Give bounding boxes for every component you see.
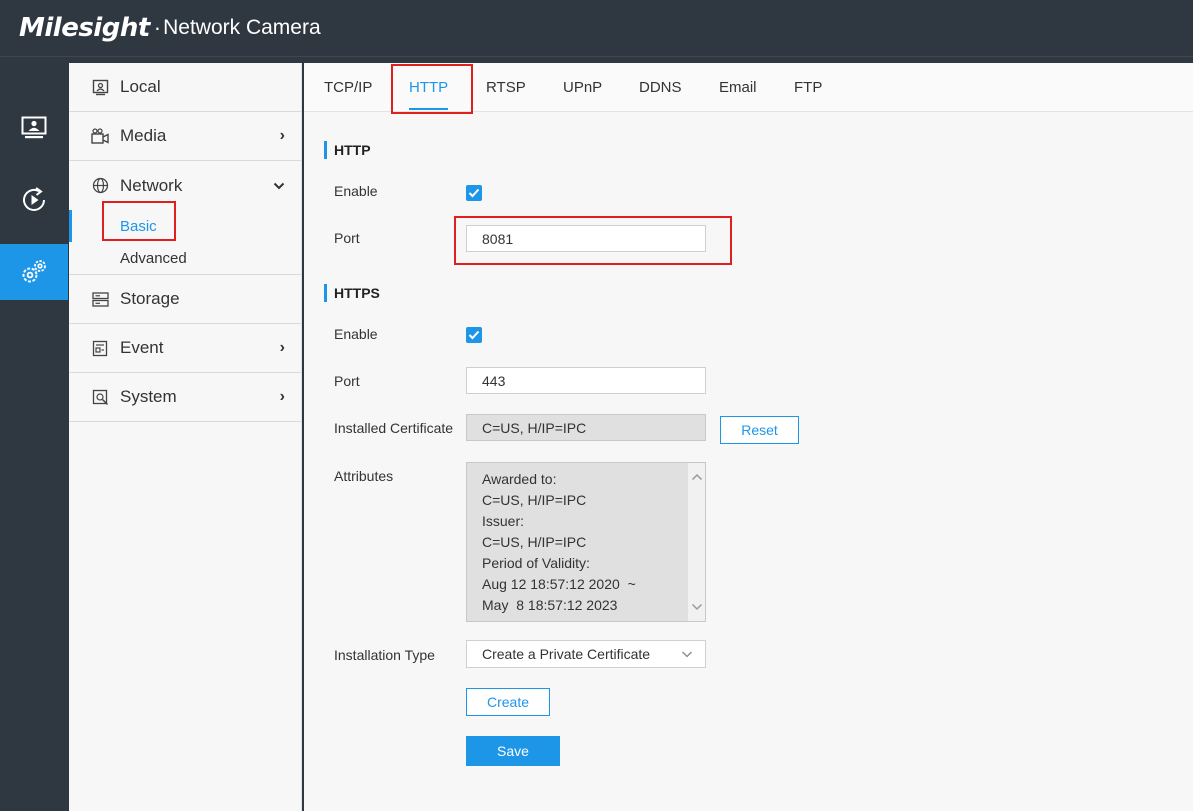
highlight-box-http-port	[454, 216, 732, 265]
attribute-line: Awarded to:	[482, 471, 557, 487]
chevron-down-icon	[273, 177, 285, 195]
globe-icon	[91, 177, 109, 195]
sidebar-label-media: Media	[120, 126, 167, 145]
tab-label: UPnP	[563, 79, 603, 96]
logo-separator: ·	[153, 15, 162, 40]
chevron-down-icon	[682, 651, 692, 658]
sidebar-label-storage: Storage	[120, 289, 180, 308]
settings-icon	[22, 260, 46, 283]
section-title-https: HTTPS	[324, 284, 380, 302]
chevron-right-icon: ›	[279, 339, 285, 356]
sidebar-label-advanced: Advanced	[120, 249, 187, 267]
installation-type-select[interactable]: Create a Private Certificate	[466, 640, 706, 668]
sidebar-group-network: Network Basic Advanced	[69, 161, 301, 275]
create-button[interactable]: Create	[466, 688, 550, 716]
attribute-line: C=US, H/IP=IPC	[482, 492, 587, 508]
attributes-label: Attributes	[334, 468, 394, 484]
chevron-right-icon: ›	[279, 127, 285, 144]
https-enable-label: Enable	[334, 326, 378, 342]
tab-upnp[interactable]: UPnP	[563, 63, 602, 112]
http-enable-label: Enable	[334, 183, 378, 199]
brand-logo: Milesight	[19, 13, 150, 43]
tab-rtsp[interactable]: RTSP	[486, 63, 526, 112]
tab-ddns[interactable]: DDNS	[639, 63, 682, 112]
save-button[interactable]: Save	[466, 736, 560, 766]
live-view-icon	[21, 116, 47, 139]
https-port-input[interactable]	[466, 367, 706, 394]
tab-email[interactable]: Email	[719, 63, 757, 112]
rail-playback[interactable]	[0, 172, 68, 228]
sidebar-subitem-basic[interactable]: Basic	[69, 201, 301, 242]
sidebar-label-local: Local	[120, 77, 161, 96]
highlight-box-http-tab	[391, 64, 473, 114]
reset-button[interactable]: Reset	[720, 416, 799, 444]
scroll-up-icon[interactable]	[691, 473, 703, 481]
attributes-scrollbar[interactable]	[687, 463, 705, 621]
checkmark-icon	[468, 330, 480, 340]
attributes-textarea[interactable]: Awarded to: C=US, H/IP=IPC Issuer: C=US,…	[466, 462, 706, 622]
sidebar-subitem-advanced[interactable]: Advanced	[69, 242, 301, 274]
tab-label: FTP	[794, 79, 823, 96]
scroll-down-icon[interactable]	[691, 603, 703, 611]
attributes-content: Awarded to: C=US, H/IP=IPC Issuer: C=US,…	[482, 469, 636, 616]
section-title-http: HTTP	[324, 141, 371, 159]
attribute-line: C=US, H/IP=IPC	[482, 534, 587, 550]
sidebar-item-local[interactable]: Local	[69, 63, 301, 112]
product-name: Network Camera	[163, 16, 321, 39]
storage-icon	[91, 290, 109, 308]
tab-bar: TCP/IP HTTP RTSP UPnP DDNS Email FTP	[304, 63, 1193, 114]
installed-certificate-label: Installed Certificate	[334, 420, 454, 436]
installed-certificate-value: C=US, H/IP=IPC	[482, 419, 587, 436]
sidebar-label-event: Event	[120, 338, 164, 357]
installed-certificate-field: C=US, H/IP=IPC	[466, 414, 706, 441]
tab-label: DDNS	[639, 79, 682, 96]
checkmark-icon	[468, 188, 480, 198]
attribute-line: May 8 18:57:12 2023	[482, 597, 618, 613]
tab-label: RTSP	[486, 79, 526, 96]
sidebar-item-storage[interactable]: Storage	[69, 275, 301, 324]
tab-label: TCP/IP	[324, 79, 373, 96]
rail-settings[interactable]	[0, 244, 68, 300]
installation-type-value: Create a Private Certificate	[482, 646, 651, 662]
sidebar-item-media[interactable]: Media ›	[69, 112, 301, 161]
https-port-label: Port	[334, 373, 360, 389]
installation-type-label: Installation Type	[334, 647, 435, 663]
attribute-line: Aug 12 18:57:12 2020 ~	[482, 576, 636, 592]
highlight-box-basic	[102, 201, 176, 241]
event-icon	[91, 339, 109, 357]
playback-icon	[23, 187, 45, 211]
media-icon	[91, 127, 109, 145]
sidebar-item-event[interactable]: Event ›	[69, 324, 301, 373]
https-enable-checkbox[interactable]	[466, 327, 482, 343]
settings-sidebar: Local Media › Network Basic Advanced Sto…	[69, 63, 302, 811]
http-port-label: Port	[334, 230, 360, 246]
tab-label: Email	[719, 79, 757, 96]
left-rail	[0, 57, 68, 811]
rail-live-view[interactable]	[0, 100, 68, 156]
sidebar-label-network: Network	[120, 175, 183, 195]
chevron-right-icon: ›	[279, 388, 285, 405]
http-enable-checkbox[interactable]	[466, 185, 482, 201]
main-content: TCP/IP HTTP RTSP UPnP DDNS Email FTP HTT…	[304, 63, 1193, 811]
attribute-line: Issuer:	[482, 513, 525, 529]
tab-ftp[interactable]: FTP	[794, 63, 822, 112]
sidebar-item-system[interactable]: System ›	[69, 373, 301, 422]
local-icon	[91, 78, 109, 96]
tab-tcpip[interactable]: TCP/IP	[324, 63, 372, 112]
top-header: Milesight · Network Camera	[0, 0, 1193, 57]
sidebar-label-system: System	[120, 387, 177, 406]
system-icon	[91, 388, 109, 406]
attribute-line: Period of Validity:	[482, 555, 590, 571]
